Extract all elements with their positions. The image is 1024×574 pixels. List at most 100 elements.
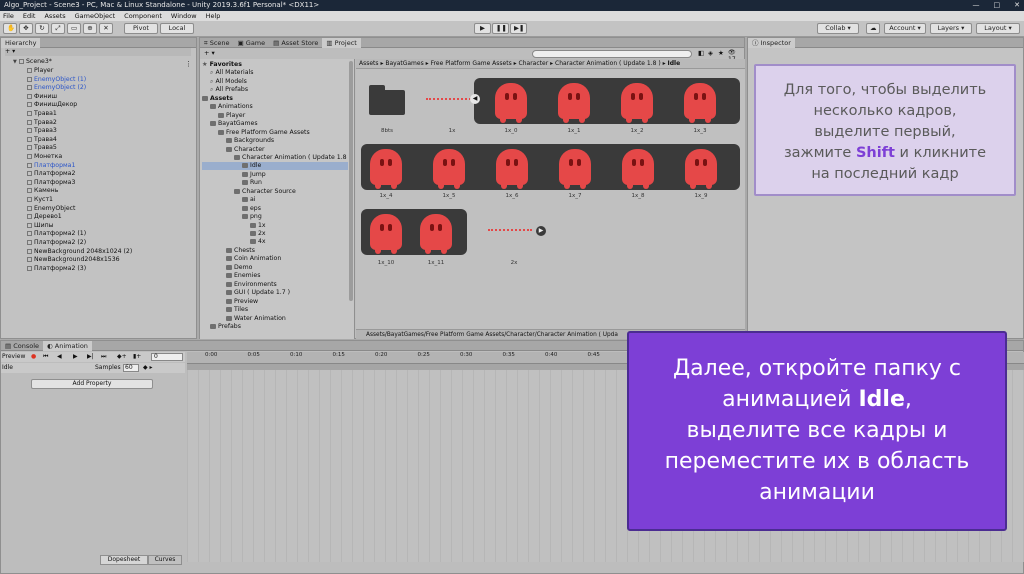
- play-button[interactable]: ▶: [474, 23, 491, 34]
- hierarchy-item[interactable]: EnemyObject: [27, 205, 75, 213]
- pause-button[interactable]: ❚❚: [492, 23, 509, 34]
- project-tree-item[interactable]: png: [202, 213, 348, 221]
- sprite-frame[interactable]: [680, 81, 720, 123]
- clip-dropdown[interactable]: Idle: [2, 363, 13, 373]
- tab-hierarchy[interactable]: Hierarchy: [1, 38, 41, 48]
- close-button[interactable]: ✕: [1014, 0, 1020, 11]
- filter-type-icon[interactable]: ◧: [698, 49, 704, 57]
- menu-window[interactable]: Window: [171, 11, 197, 21]
- hand-tool-icon[interactable]: ✋: [3, 23, 17, 34]
- hierarchy-item[interactable]: Платформа3: [27, 179, 75, 187]
- scene-menu-icon[interactable]: ⋮: [185, 60, 192, 68]
- tab-animation[interactable]: ◐ Animation: [43, 341, 92, 351]
- tab-scene[interactable]: ⌗ Scene: [200, 38, 234, 48]
- project-tree-item[interactable]: Character Source: [202, 188, 348, 196]
- project-tree-item[interactable]: Environments: [202, 281, 348, 289]
- project-tree-item[interactable]: Enemies: [202, 272, 348, 280]
- project-tree-item[interactable]: Idle: [202, 162, 348, 171]
- collapse-arrow-icon[interactable]: ◀: [470, 94, 480, 104]
- breadcrumb-item[interactable]: Character: [519, 60, 549, 67]
- breadcrumb-item[interactable]: Assets: [359, 60, 379, 67]
- keyframe-nav-icon[interactable]: ◆ ▸: [143, 363, 153, 373]
- project-tree-item[interactable]: Coin Animation: [202, 255, 348, 263]
- next-frame-icon[interactable]: ▶|: [87, 352, 94, 362]
- project-tree-item[interactable]: Backgrounds: [202, 137, 348, 145]
- hierarchy-item[interactable]: Финиш: [27, 93, 57, 101]
- rotate-tool-icon[interactable]: ↻: [35, 23, 49, 34]
- hierarchy-item[interactable]: EnemyObject (1): [27, 76, 86, 84]
- project-tree-item[interactable]: Jump: [202, 171, 348, 179]
- project-tree-item[interactable]: Free Platform Game Assets: [202, 129, 348, 137]
- hierarchy-item[interactable]: Камень: [27, 187, 58, 195]
- sprite-frame[interactable]: [366, 212, 406, 254]
- tab-project[interactable]: ▥ Project: [322, 38, 361, 48]
- project-tree-item[interactable]: Prefabs: [202, 323, 348, 331]
- layers-dropdown[interactable]: Layers ▾: [930, 23, 972, 34]
- menu-file[interactable]: File: [3, 11, 14, 21]
- project-tree-item[interactable]: ⌕ All Prefabs: [202, 86, 348, 94]
- step-button[interactable]: ▶❚: [510, 23, 527, 34]
- project-tree-item[interactable]: Water Animation: [202, 315, 348, 323]
- folder-icon[interactable]: [369, 85, 405, 115]
- hierarchy-item[interactable]: NewBackground2048x1536: [27, 256, 120, 264]
- hierarchy-item[interactable]: Монетка: [27, 153, 62, 161]
- hierarchy-item[interactable]: Платформа1: [27, 162, 75, 170]
- project-create-button[interactable]: + ▾: [204, 49, 215, 57]
- project-tree-item[interactable]: Demo: [202, 264, 348, 272]
- curves-tab[interactable]: Curves: [148, 555, 182, 565]
- sprite-frame[interactable]: [555, 147, 595, 189]
- project-tree-item[interactable]: ★ Favorites: [202, 61, 348, 69]
- prev-frame-icon[interactable]: ◀: [57, 352, 62, 362]
- menu-edit[interactable]: Edit: [23, 11, 36, 21]
- project-tree-item[interactable]: GUI ( Update 1.7 ): [202, 289, 348, 297]
- record-icon[interactable]: ●: [31, 352, 36, 362]
- project-tree-item[interactable]: Animations: [202, 103, 348, 111]
- project-tree-item[interactable]: 1x: [202, 222, 348, 230]
- hierarchy-item[interactable]: Трава2: [27, 119, 57, 127]
- hierarchy-item[interactable]: Платформа2 (1): [27, 230, 86, 238]
- sprite-frame[interactable]: [681, 147, 721, 189]
- first-frame-icon[interactable]: ⏮: [43, 352, 48, 362]
- tab-console[interactable]: ▤ Console: [1, 341, 43, 351]
- sprite-frame[interactable]: [366, 147, 406, 189]
- project-tree-item[interactable]: ⌕ All Materials: [202, 69, 348, 77]
- hierarchy-item[interactable]: Трава3: [27, 127, 57, 135]
- play-anim-icon[interactable]: ▶: [73, 352, 78, 362]
- sprite-frame[interactable]: [491, 81, 531, 123]
- hierarchy-item[interactable]: NewBackground 2048x1024 (2): [27, 248, 132, 256]
- menu-gameobject[interactable]: GameObject: [75, 11, 116, 21]
- frame-field[interactable]: 0: [151, 353, 183, 361]
- add-property-button[interactable]: Add Property: [31, 379, 153, 389]
- local-button[interactable]: Local: [160, 23, 194, 34]
- hierarchy-item[interactable]: Трава1: [27, 110, 57, 118]
- preview-toggle[interactable]: Preview: [2, 352, 25, 362]
- add-event-icon[interactable]: ▮+: [133, 352, 141, 362]
- rect-tool-icon[interactable]: ▭: [67, 23, 81, 34]
- layout-dropdown[interactable]: Layout ▾: [976, 23, 1020, 34]
- collab-button[interactable]: Collab ▾: [817, 23, 859, 34]
- project-tree-item[interactable]: ai: [202, 196, 348, 204]
- breadcrumb-item[interactable]: Free Platform Game Assets: [431, 60, 512, 67]
- breadcrumb-item[interactable]: Character Animation ( Update 1.8 ): [555, 60, 661, 67]
- hierarchy-item[interactable]: Player: [27, 67, 53, 75]
- sprite-frame[interactable]: [492, 147, 532, 189]
- project-tree-item[interactable]: Character: [202, 146, 348, 154]
- project-tree-item[interactable]: 2x: [202, 230, 348, 238]
- project-tree-item[interactable]: Tiles: [202, 306, 348, 314]
- minimize-button[interactable]: —: [973, 0, 980, 11]
- menu-assets[interactable]: Assets: [44, 11, 65, 21]
- hierarchy-item[interactable]: EnemyObject (2): [27, 84, 86, 92]
- hierarchy-item[interactable]: Куст1: [27, 196, 53, 204]
- expand-arrow-icon[interactable]: ▶: [536, 226, 546, 236]
- filter-label-icon[interactable]: ◈: [708, 49, 713, 57]
- add-keyframe-icon[interactable]: ◆+: [117, 352, 127, 362]
- breadcrumb-item[interactable]: BayatGames: [385, 60, 423, 67]
- scale-tool-icon[interactable]: ⤢: [51, 23, 65, 34]
- last-frame-icon[interactable]: ⏭: [101, 352, 106, 362]
- project-tree-item[interactable]: Run: [202, 179, 348, 187]
- project-tree-item[interactable]: Character Animation ( Update 1.8 ): [202, 154, 351, 162]
- samples-field[interactable]: 60: [123, 364, 139, 372]
- hierarchy-item[interactable]: Шипы: [27, 222, 54, 230]
- sprite-frame[interactable]: [416, 212, 456, 254]
- dopesheet-tab[interactable]: Dopesheet: [100, 555, 148, 565]
